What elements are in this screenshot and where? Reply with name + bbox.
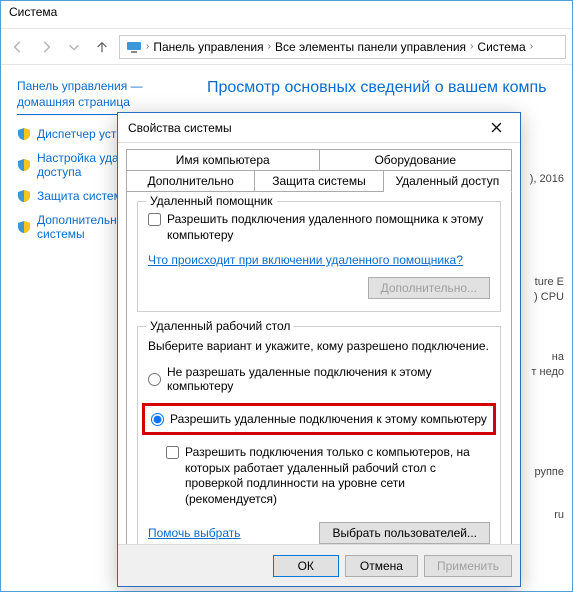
nav-bar: › Панель управления › Все элементы панел… [1, 29, 572, 65]
page-title: Просмотр основных сведений о вашем компь [207, 79, 556, 97]
chevron-right-icon: › [530, 41, 533, 52]
truncated-text: ), 2016 [530, 173, 564, 185]
shield-icon [17, 189, 31, 203]
tab-system-protection[interactable]: Защита системы [255, 170, 383, 192]
tab-hardware[interactable]: Оборудование [320, 149, 513, 171]
remote-assistance-group: Удаленный помощник Разрешить подключения… [137, 201, 501, 312]
back-button[interactable] [7, 36, 29, 58]
truncated-text: т недо [531, 366, 564, 378]
tab-computer-name[interactable]: Имя компьютера [126, 149, 320, 171]
tab-remote[interactable]: Удаленный доступ [384, 170, 512, 192]
breadcrumb-item[interactable]: Все элементы панели управления [275, 40, 466, 54]
radio-disallow-remote[interactable]: Не разрешать удаленные подключения к это… [148, 365, 490, 393]
sidebar-item-label: Настройка удал доступа [37, 151, 126, 179]
truncated-text: руппе [534, 466, 564, 478]
breadcrumb[interactable]: › Панель управления › Все элементы панел… [119, 35, 566, 59]
tab-remote-page: Удаленный помощник Разрешить подключения… [126, 191, 512, 565]
sidebar-item-label: Диспетчер устр [37, 127, 123, 141]
nla-checkbox[interactable]: Разрешить подключения только с компьютер… [166, 445, 490, 507]
group-title: Удаленный рабочий стол [146, 319, 294, 333]
up-button[interactable] [91, 36, 113, 58]
allow-remote-assistance-checkbox[interactable]: Разрешить подключения удаленного помощни… [148, 212, 490, 243]
shield-icon [17, 220, 31, 234]
radio-label: Не разрешать удаленные подключения к это… [167, 365, 490, 393]
system-properties-dialog: Свойства системы Имя компьютера Оборудов… [117, 112, 521, 587]
chevron-right-icon: › [146, 41, 149, 52]
shield-icon [17, 127, 31, 141]
cancel-button[interactable]: Отмена [345, 555, 418, 577]
close-button[interactable] [480, 116, 512, 140]
remote-assistance-advanced-button[interactable]: Дополнительно... [368, 277, 490, 299]
window-title: Система [1, 1, 572, 29]
radio-allow-remote[interactable]: Разрешить удаленные подключения к этому … [151, 412, 487, 426]
dialog-titlebar: Свойства системы [118, 113, 520, 143]
remote-desktop-group: Удаленный рабочий стол Выберите вариант … [137, 326, 501, 554]
computer-icon [126, 41, 142, 53]
chevron-right-icon: › [470, 41, 473, 52]
radio-input[interactable] [148, 373, 161, 386]
checkbox-label: Разрешить подключения только с компьютер… [185, 445, 490, 507]
breadcrumb-item[interactable]: Система [477, 40, 525, 54]
recent-dropdown[interactable] [63, 36, 85, 58]
select-users-button[interactable]: Выбрать пользователей... [319, 522, 490, 544]
apply-button[interactable]: Применить [424, 555, 512, 577]
sidebar-item-label: Защита систем [37, 189, 122, 203]
sidebar-header[interactable]: Панель управления — домашняя страница [17, 79, 187, 115]
dialog-footer: ОК Отмена Применить [118, 544, 520, 586]
tab-advanced[interactable]: Дополнительно [126, 170, 255, 192]
checkbox-label: Разрешить подключения удаленного помощни… [167, 212, 490, 243]
truncated-text: ture E [535, 276, 564, 288]
checkbox-input[interactable] [166, 446, 179, 459]
remote-assistance-help-link[interactable]: Что происходит при включении удаленного … [148, 253, 463, 267]
truncated-text: ) CPU [534, 291, 564, 303]
sidebar-item-label: Дополнительны системы [37, 213, 125, 241]
radio-label: Разрешить удаленные подключения к этому … [170, 412, 487, 426]
chevron-right-icon: › [268, 41, 271, 52]
shield-icon [17, 158, 31, 172]
group-description: Выберите вариант и укажите, кому разреше… [148, 339, 490, 353]
radio-input[interactable] [151, 413, 164, 426]
ok-button[interactable]: ОК [273, 555, 339, 577]
tab-control: Имя компьютера Оборудование Дополнительн… [126, 149, 512, 565]
highlighted-option: Разрешить удаленные подключения к этому … [142, 403, 496, 435]
group-title: Удаленный помощник [146, 194, 277, 208]
truncated-text: ru [554, 509, 564, 521]
dialog-title: Свойства системы [128, 121, 232, 135]
truncated-text: на [552, 351, 564, 363]
forward-button[interactable] [35, 36, 57, 58]
close-icon [491, 122, 502, 133]
breadcrumb-item[interactable]: Панель управления [153, 40, 263, 54]
help-choose-link[interactable]: Помочь выбрать [148, 526, 241, 540]
checkbox-input[interactable] [148, 213, 161, 226]
